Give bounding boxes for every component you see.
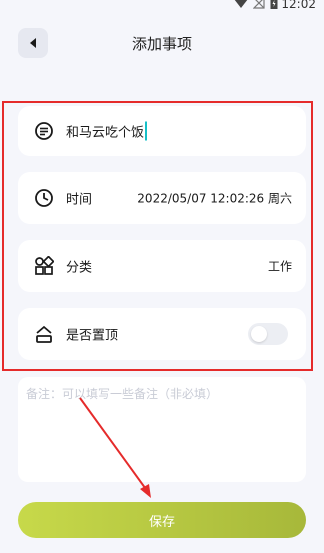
pin-row: 是否置顶 xyxy=(18,308,306,360)
clock-icon xyxy=(35,189,53,207)
title-text-icon xyxy=(35,122,53,140)
no-signal-icon xyxy=(253,0,265,9)
toggle-knob xyxy=(251,326,267,342)
notes-field[interactable]: 备注：可以填写一些备注（非必填） xyxy=(18,377,306,482)
title-input[interactable]: 和马云吃个饭 xyxy=(66,121,148,141)
time-value[interactable]: 2022/05/07 12:02:26 周六 xyxy=(137,190,292,207)
status-bar: 12:02 xyxy=(0,0,324,12)
pin-top-icon xyxy=(36,325,52,343)
pin-toggle[interactable] xyxy=(248,323,288,345)
wifi-icon xyxy=(234,0,248,8)
page-title: 添加事项 xyxy=(131,35,192,53)
pin-label: 是否置顶 xyxy=(66,328,119,344)
status-time: 12:02 xyxy=(281,0,316,11)
notes-placeholder: 备注：可以填写一些备注（非必填） xyxy=(26,387,219,401)
save-button-label: 保存 xyxy=(148,514,175,530)
category-grid-icon xyxy=(35,256,54,275)
time-row[interactable]: 时间 2022/05/07 12:02:26 周六 xyxy=(18,172,306,224)
title-card[interactable]: 和马云吃个饭 xyxy=(18,106,306,156)
category-row[interactable]: 分类 工作 xyxy=(18,240,306,292)
battery-charging-icon xyxy=(270,0,278,9)
category-value[interactable]: 工作 xyxy=(268,258,292,275)
category-label: 分类 xyxy=(66,260,93,276)
time-label: 时间 xyxy=(66,192,93,208)
status-icons xyxy=(234,0,278,9)
save-button[interactable]: 保存 xyxy=(18,502,306,538)
